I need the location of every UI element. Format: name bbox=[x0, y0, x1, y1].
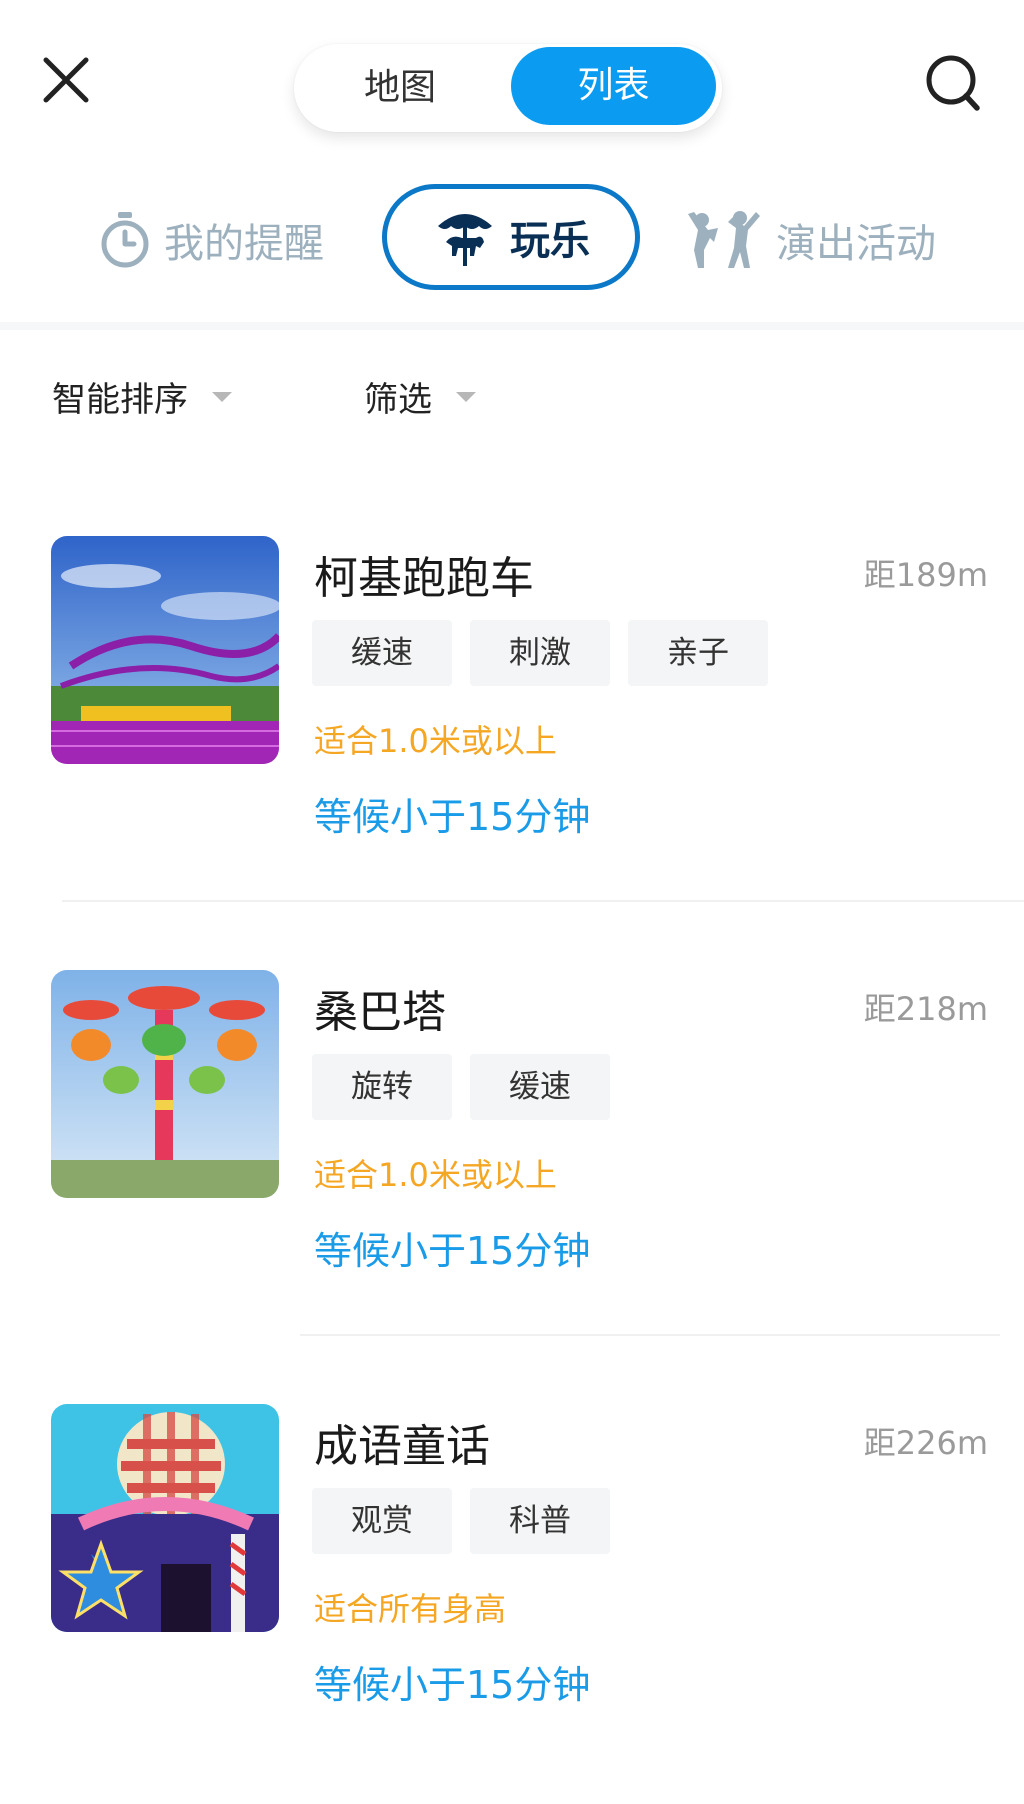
attraction-name: 桑巴塔 bbox=[314, 987, 446, 1038]
tab-map[interactable]: 地图 bbox=[294, 44, 506, 132]
card-divider bbox=[62, 900, 1024, 902]
wait-time: 等候小于15分钟 bbox=[314, 1663, 591, 1707]
height-requirement: 适合1.0米或以上 bbox=[314, 1156, 557, 1194]
tab-my-reminders-label: 我的提醒 bbox=[164, 221, 324, 267]
attraction-card[interactable]: 柯基跑跑车 距189m 缓速 刺激 亲子 适合1.0米或以上 等候小于15分钟 bbox=[0, 536, 1024, 936]
view-toggle: 地图 列表 bbox=[294, 44, 722, 132]
tag: 缓速 bbox=[312, 620, 452, 686]
wait-time: 等候小于15分钟 bbox=[314, 1229, 591, 1273]
attraction-photo bbox=[51, 1404, 279, 1632]
caret-down-icon bbox=[456, 391, 476, 402]
close-button[interactable] bbox=[38, 52, 94, 108]
section-divider bbox=[0, 322, 1024, 330]
performers-icon bbox=[688, 211, 760, 268]
height-requirement: 适合1.0米或以上 bbox=[314, 722, 557, 760]
category-tabs: 我的提醒 玩乐 演出活动 bbox=[0, 180, 1024, 300]
attraction-distance: 距218m bbox=[863, 990, 988, 1028]
attraction-distance: 距189m bbox=[863, 556, 988, 594]
carousel-icon bbox=[438, 214, 492, 266]
tab-play-label: 玩乐 bbox=[510, 218, 590, 264]
tag-list: 旋转 缓速 bbox=[312, 1054, 628, 1120]
attraction-distance: 距226m bbox=[863, 1424, 988, 1462]
sort-dropdown-label: 智能排序 bbox=[52, 380, 188, 420]
tab-list[interactable]: 列表 bbox=[511, 47, 716, 125]
tag: 科普 bbox=[470, 1488, 610, 1554]
tag-list: 缓速 刺激 亲子 bbox=[312, 620, 786, 686]
tag: 旋转 bbox=[312, 1054, 452, 1120]
tab-shows-events[interactable]: 演出活动 bbox=[684, 180, 936, 300]
sort-dropdown[interactable]: 智能排序 bbox=[52, 372, 232, 421]
tag: 亲子 bbox=[628, 620, 768, 686]
tag: 缓速 bbox=[470, 1054, 610, 1120]
tag: 刺激 bbox=[470, 620, 610, 686]
attraction-name: 成语童话 bbox=[314, 1421, 490, 1472]
tab-my-reminders[interactable]: 我的提醒 bbox=[98, 180, 324, 300]
attraction-card[interactable]: 桑巴塔 距218m 旋转 缓速 适合1.0米或以上 等候小于15分钟 bbox=[0, 970, 1024, 1370]
search-button[interactable] bbox=[924, 52, 982, 114]
attraction-photo bbox=[51, 970, 279, 1198]
attraction-card[interactable]: 成语童话 距226m 观赏 科普 适合所有身高 等候小于15分钟 bbox=[0, 1404, 1024, 1804]
close-icon bbox=[43, 57, 89, 103]
attraction-name: 柯基跑跑车 bbox=[314, 553, 534, 604]
stopwatch-icon bbox=[101, 212, 149, 268]
attraction-photo bbox=[51, 536, 279, 764]
card-divider bbox=[300, 1334, 1000, 1336]
wait-time: 等候小于15分钟 bbox=[314, 795, 591, 839]
tag: 观赏 bbox=[312, 1488, 452, 1554]
filter-dropdown[interactable]: 筛选 bbox=[364, 372, 476, 421]
tag-list: 观赏 科普 bbox=[312, 1488, 628, 1554]
caret-down-icon bbox=[212, 391, 232, 402]
height-requirement: 适合所有身高 bbox=[314, 1590, 507, 1628]
filter-dropdown-label: 筛选 bbox=[364, 380, 432, 420]
tab-play[interactable]: 玩乐 bbox=[382, 184, 640, 290]
tab-shows-events-label: 演出活动 bbox=[776, 221, 936, 267]
search-icon bbox=[926, 55, 980, 111]
